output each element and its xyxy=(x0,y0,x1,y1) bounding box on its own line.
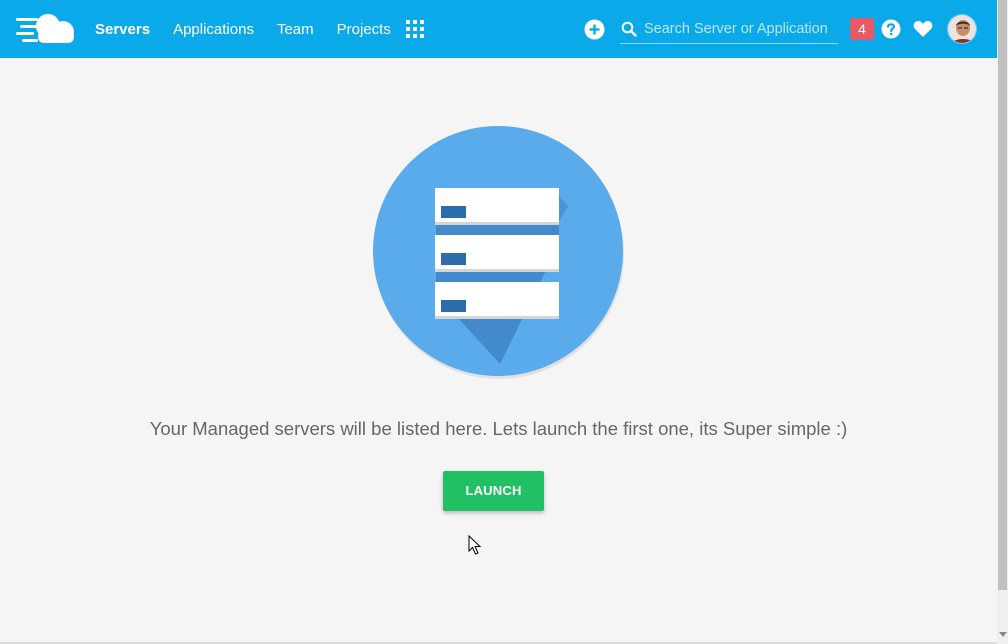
grid-icon[interactable] xyxy=(406,20,424,38)
vertical-scrollbar[interactable] xyxy=(997,0,1008,644)
scrollbar-thumb[interactable] xyxy=(998,0,1007,590)
server-stack-illustration xyxy=(373,126,624,379)
scroll-down-arrow-icon[interactable] xyxy=(999,632,1007,637)
mouse-cursor-icon xyxy=(468,535,482,555)
main-nav: Servers Applications Team Projects xyxy=(95,0,414,58)
heart-icon[interactable] xyxy=(913,20,933,38)
top-navbar: Servers Applications Team Projects 4 xyxy=(0,0,997,58)
question-circle-icon[interactable] xyxy=(881,19,901,39)
plus-circle-icon[interactable] xyxy=(584,19,605,40)
empty-state-message: Your Managed servers will be listed here… xyxy=(149,418,848,439)
nav-team[interactable]: Team xyxy=(277,21,314,38)
user-avatar[interactable] xyxy=(947,14,977,44)
avatar-image xyxy=(948,15,976,43)
nav-servers[interactable]: Servers xyxy=(95,21,150,38)
nav-applications[interactable]: Applications xyxy=(173,21,254,38)
search-input[interactable] xyxy=(644,20,836,37)
search-icon xyxy=(621,21,637,37)
cloudways-logo[interactable] xyxy=(16,12,78,46)
launch-button[interactable]: LAUNCH xyxy=(443,471,544,511)
search-box xyxy=(620,14,838,44)
nav-projects[interactable]: Projects xyxy=(337,21,391,38)
notification-badge[interactable]: 4 xyxy=(850,18,874,40)
